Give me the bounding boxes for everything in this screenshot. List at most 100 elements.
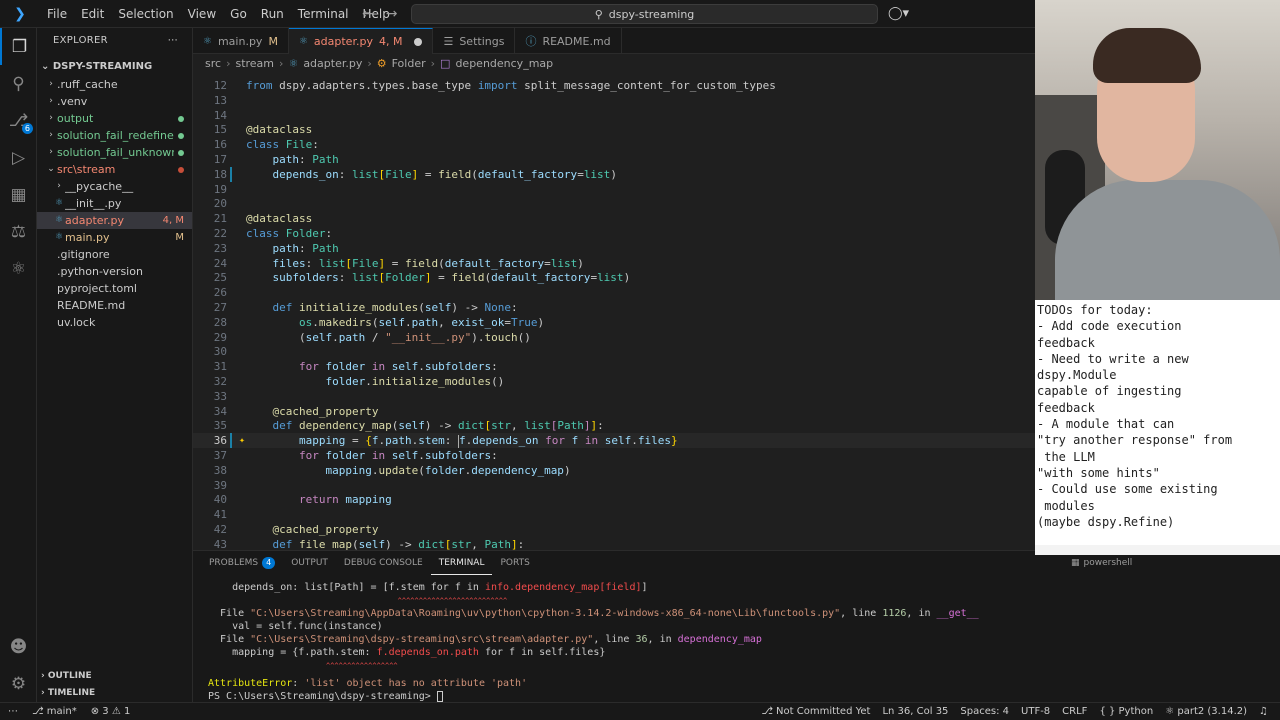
code-line[interactable]: 35 def dependency_map(self) -> dict[str,… [193, 418, 1035, 433]
tree-item[interactable]: uv.lock [37, 314, 192, 331]
python-interpreter[interactable]: ⚛ part2 (3.14.2) [1165, 706, 1247, 717]
code-line[interactable]: 27 def initialize_modules(self) -> None: [193, 300, 1035, 315]
tree-item[interactable]: › __pycache__ [37, 178, 192, 195]
tab-settings[interactable]: ☰ Settings [433, 28, 516, 54]
code-line[interactable]: 43 def file_map(self) -> dict[str, Path]… [193, 537, 1035, 550]
tree-item[interactable]: › .venv [37, 93, 192, 110]
code-line[interactable]: 34 @cached_property [193, 404, 1035, 419]
code-line[interactable]: 17 path: Path [193, 152, 1035, 167]
tab-main-py[interactable]: ⚛ main.py M [193, 28, 289, 54]
modified-gutter-marker[interactable] [230, 166, 232, 182]
code-editor[interactable]: 12 from dspy.adapters.types.base_type imp… [193, 72, 1035, 550]
forward-arrow-icon[interactable]: → [386, 0, 398, 28]
code-line[interactable]: 21 @dataclass [193, 211, 1035, 226]
code-line[interactable]: 16 class File: [193, 137, 1035, 152]
code-line[interactable]: 12 from dspy.adapters.types.base_type imp… [193, 78, 1035, 93]
command-center-search[interactable]: ⚲ dspy-streaming [411, 4, 878, 24]
code-line[interactable]: 41 [193, 507, 1035, 522]
modified-gutter-marker[interactable] [230, 433, 232, 449]
remote-icon[interactable]: ⋯ [8, 706, 18, 717]
code-line[interactable]: 15 @dataclass [193, 122, 1035, 137]
code-line[interactable]: 32 folder.initialize_modules() [193, 374, 1035, 389]
indentation[interactable]: Spaces: 4 [960, 706, 1009, 717]
tree-item[interactable]: › solution_fail_redefine [37, 127, 192, 144]
testing-icon[interactable]: ⚖ [0, 213, 37, 250]
git-blame-status[interactable]: ⎇ Not Committed Yet [761, 706, 870, 717]
run-debug-icon[interactable]: ▷ [0, 139, 37, 176]
tab-problems[interactable]: PROBLEMS 4 [201, 551, 283, 575]
branch-indicator[interactable]: ⎇ main* [32, 706, 77, 717]
tab-ports[interactable]: PORTS [492, 551, 537, 575]
code-line[interactable]: 28 os.makedirs(self.path, exist_ok=True) [193, 315, 1035, 330]
encoding[interactable]: UTF-8 [1021, 706, 1050, 717]
account-icon[interactable]: ☻ [0, 628, 37, 665]
terminal-output[interactable]: depends_on: list[Path] = [f.stem for f i… [193, 581, 1035, 703]
breadcrumb-item[interactable]: Folder [392, 57, 426, 70]
notifications-bell-icon[interactable]: ♫ [1259, 706, 1268, 717]
lightbulb-icon[interactable]: ✦ [239, 433, 245, 448]
code-line[interactable]: 29 (self.path / "__init__.py").touch() [193, 330, 1035, 345]
end-of-line[interactable]: CRLF [1062, 706, 1087, 717]
menu-view[interactable]: View [181, 0, 223, 28]
code-line[interactable]: 22 class Folder: [193, 226, 1035, 241]
menu-terminal[interactable]: Terminal [291, 0, 356, 28]
problems-indicator[interactable]: ⊗ 3 ⚠ 1 [91, 706, 131, 717]
code-line[interactable]: 42 @cached_property [193, 522, 1035, 537]
source-control-icon[interactable]: ⎇ 6 [0, 102, 37, 139]
code-line[interactable]: 14 [193, 108, 1035, 123]
cursor-position[interactable]: Ln 36, Col 35 [882, 706, 948, 717]
code-line[interactable]: 13 [193, 93, 1035, 108]
tab-adapter-py[interactable]: ⚛ adapter.py 4, M [288, 28, 434, 54]
outline-section[interactable]: › OUTLINE [37, 668, 193, 685]
tab-debug-console[interactable]: DEBUG CONSOLE [336, 551, 431, 575]
code-line[interactable]: 31 for folder in self.subfolders: [193, 359, 1035, 374]
code-line[interactable]: 40 return mapping [193, 492, 1035, 507]
breadcrumb-item[interactable]: stream [235, 57, 274, 70]
code-line[interactable]: 18 depends_on: list[File] = field(defaul… [193, 166, 1035, 182]
manage-gear-icon[interactable]: ⚙ [0, 665, 37, 702]
code-line[interactable]: 25 subfolders: list[Folder] = field(defa… [193, 270, 1035, 285]
menu-run[interactable]: Run [254, 0, 291, 28]
tree-item[interactable]: › solution_fail_unknown [37, 144, 192, 161]
code-line[interactable]: 30 [193, 344, 1035, 359]
code-line[interactable]: 26 [193, 285, 1035, 300]
breadcrumb-item[interactable]: adapter.py [303, 57, 362, 70]
code-line[interactable]: 36 ✦ mapping = {f.path.stem: f.depends_on… [193, 433, 1035, 449]
timeline-section[interactable]: › TIMELINE [37, 685, 193, 702]
python-icon[interactable]: ⚛ [0, 250, 37, 287]
breadcrumb-item[interactable]: src [205, 57, 221, 70]
tree-item[interactable]: .python-version [37, 263, 192, 280]
tree-item[interactable]: .gitignore [37, 246, 192, 263]
code-line[interactable]: 39 [193, 478, 1035, 493]
language-mode[interactable]: { } Python [1099, 706, 1153, 717]
menu-go[interactable]: Go [223, 0, 254, 28]
search-view-icon[interactable]: ⚲ [0, 65, 37, 102]
tab-terminal[interactable]: TERMINAL [430, 551, 493, 575]
tree-item[interactable]: › .ruff_cache [37, 76, 192, 93]
code-line[interactable]: 38 mapping.update(folder.dependency_map) [193, 463, 1035, 478]
tree-item[interactable]: ⚛ adapter.py 4, M [37, 212, 192, 229]
more-actions-icon[interactable]: ⋯ [168, 35, 178, 46]
tree-item[interactable]: ⚛ __init__.py [37, 195, 192, 212]
code-line[interactable]: 24 files: list[File] = field(default_fac… [193, 256, 1035, 271]
workspace-root[interactable]: ⌄ DSPY-STREAMING [37, 57, 192, 76]
unsaved-dot-icon[interactable] [414, 37, 423, 46]
code-line[interactable]: 37 for folder in self.subfolders: [193, 448, 1035, 463]
tab-readme[interactable]: ⓘ README.md [515, 28, 622, 54]
extensions-icon[interactable]: ▦ [0, 176, 37, 213]
breadcrumb-item[interactable]: dependency_map [455, 57, 553, 70]
tree-item[interactable]: pyproject.toml [37, 280, 192, 297]
menu-edit[interactable]: Edit [74, 0, 111, 28]
copilot-icon[interactable]: ◯▾ [888, 0, 909, 28]
code-line[interactable]: 20 [193, 196, 1035, 211]
code-line[interactable]: 33 [193, 389, 1035, 404]
explorer-icon[interactable]: ❐ [0, 28, 37, 65]
code-line[interactable]: 19 [193, 182, 1035, 197]
tree-item[interactable]: ⌄ src\stream [37, 161, 192, 178]
tab-output[interactable]: OUTPUT [283, 551, 336, 575]
menu-file[interactable]: File [40, 0, 74, 28]
code-line[interactable]: 23 path: Path [193, 241, 1035, 256]
tree-item[interactable]: README.md [37, 297, 192, 314]
back-arrow-icon[interactable]: ← [362, 0, 374, 28]
tree-item[interactable]: ⚛ main.py M [37, 229, 192, 246]
